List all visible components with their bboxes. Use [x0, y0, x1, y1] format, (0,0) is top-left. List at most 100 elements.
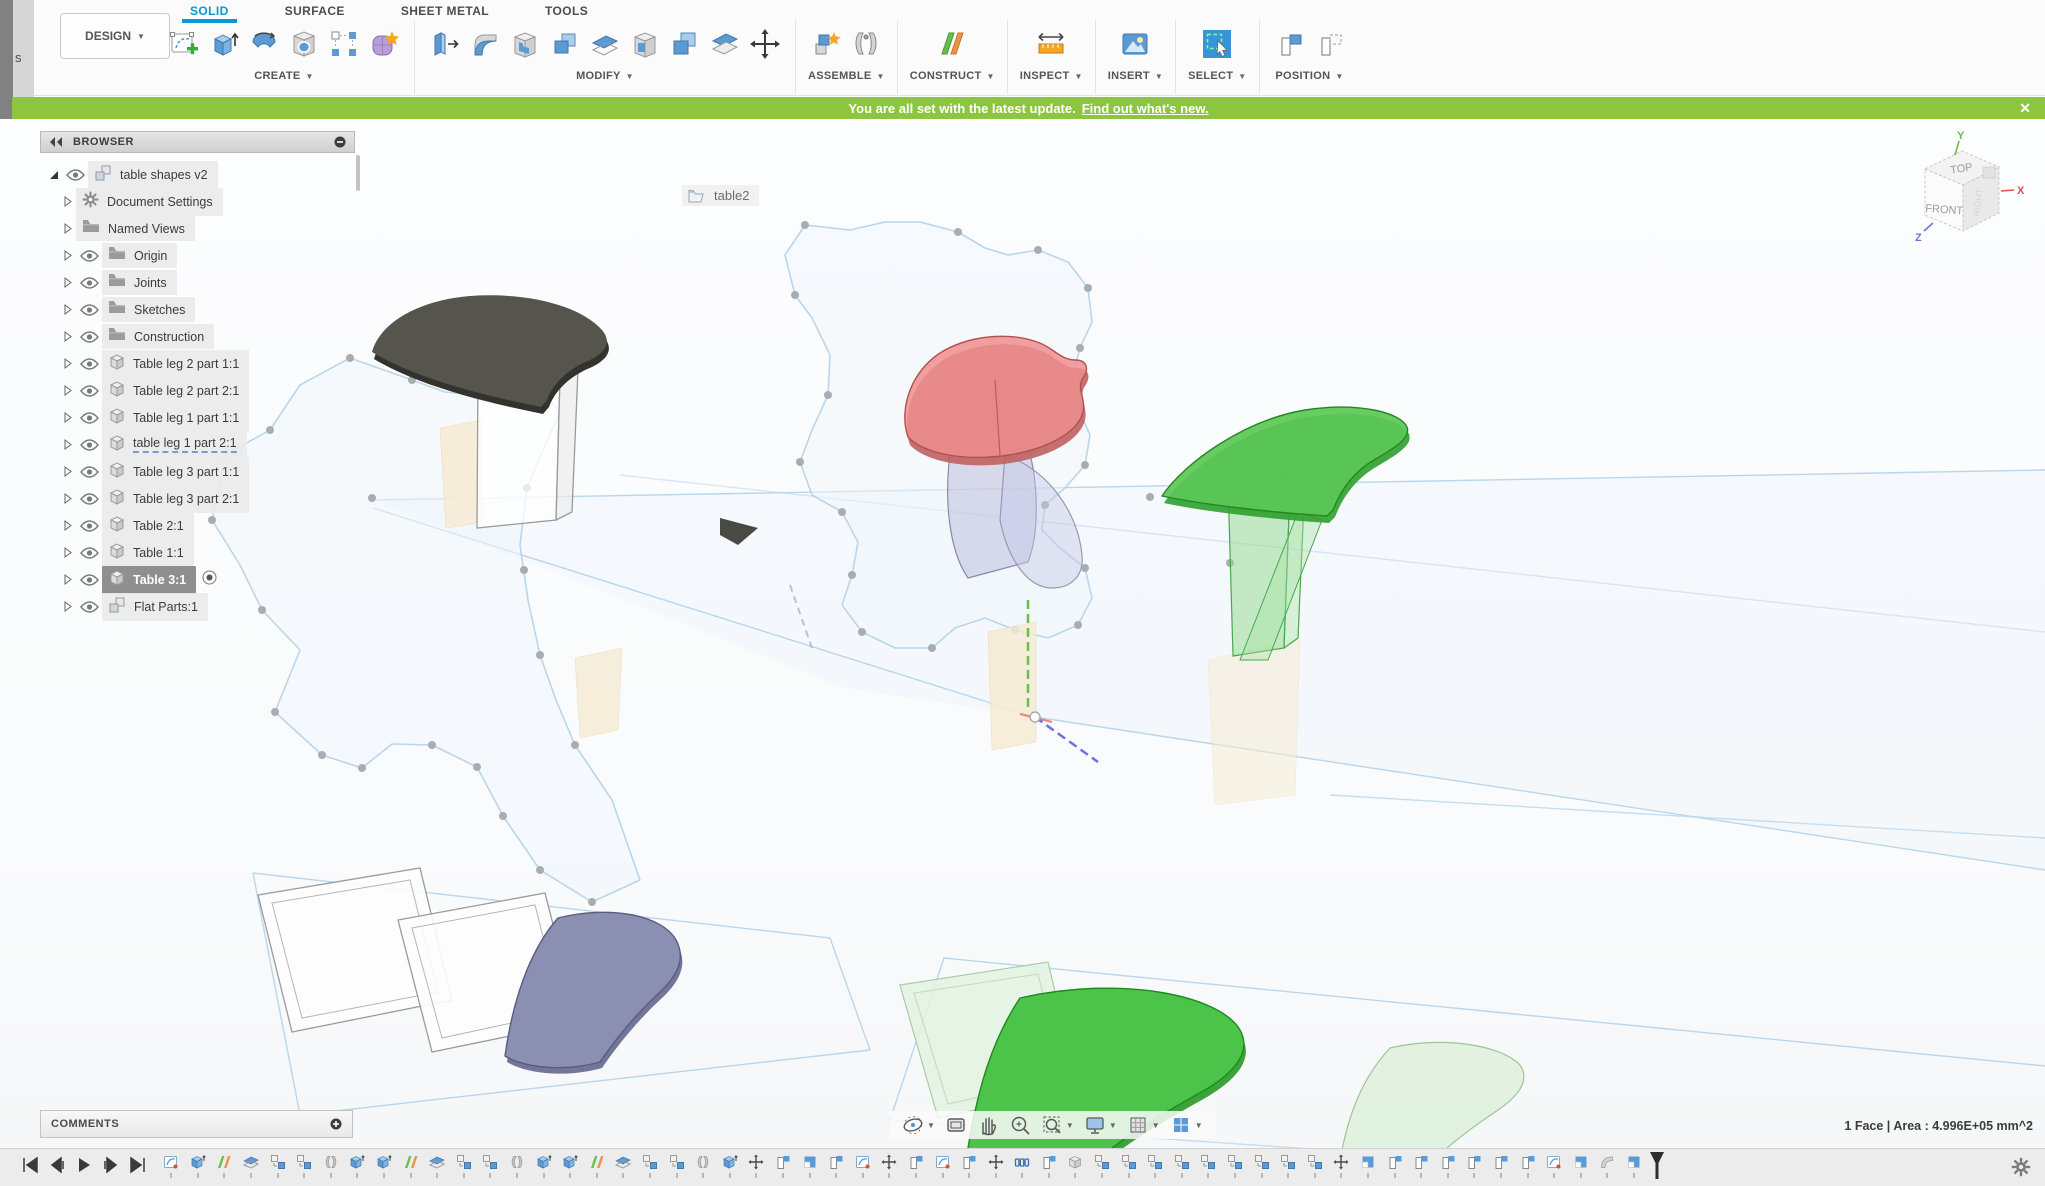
capture-position-icon[interactable]	[1272, 26, 1308, 62]
align-icon[interactable]	[667, 26, 703, 62]
tree-item-construction[interactable]: Construction	[40, 323, 355, 350]
tab-surface[interactable]: SURFACE	[281, 1, 349, 21]
timeline-feature-extrude[interactable]	[371, 1154, 398, 1178]
step-back-button[interactable]	[47, 1155, 67, 1175]
group-label-construct[interactable]: CONSTRUCT▼	[910, 70, 995, 82]
tree-item-table-leg-1-part-1-1[interactable]: Table leg 1 part 1:1	[40, 404, 355, 431]
tree-item-table-leg-2-part-1-1[interactable]: Table leg 2 part 1:1	[40, 350, 355, 377]
expand-arrow-icon[interactable]	[60, 574, 76, 585]
tree-item-table-shapes-v2[interactable]: table shapes v2	[40, 161, 355, 188]
visibility-eye-icon[interactable]	[76, 358, 102, 370]
measure-icon[interactable]	[1033, 26, 1069, 62]
expand-arrow-icon[interactable]	[60, 412, 76, 423]
group-label-select[interactable]: SELECT▼	[1188, 70, 1246, 82]
go-to-end-button[interactable]	[128, 1155, 148, 1175]
timeline-feature-component[interactable]	[264, 1154, 291, 1178]
combine-icon[interactable]	[547, 26, 583, 62]
model-viewport[interactable]: table2 BROWSER table shapes v2Document S…	[0, 119, 2045, 1148]
visibility-eye-icon[interactable]	[76, 493, 102, 505]
timeline-feature-component[interactable]	[451, 1154, 478, 1178]
chevron-down-icon[interactable]: ▼	[1195, 1121, 1203, 1130]
timeline-feature-extrude[interactable]	[557, 1154, 584, 1178]
orbit-icon[interactable]: ▼	[898, 1112, 939, 1138]
expand-arrow-icon[interactable]	[60, 277, 76, 288]
timeline-feature-flag[interactable]	[956, 1154, 983, 1178]
timeline-feature-joint[interactable]	[690, 1154, 717, 1178]
timeline-feature-flag[interactable]	[903, 1154, 930, 1178]
visibility-eye-icon[interactable]	[76, 520, 102, 532]
visibility-eye-icon[interactable]	[76, 412, 102, 424]
tab-tools[interactable]: TOOLS	[541, 1, 592, 21]
timeline-feature-sketch[interactable]	[929, 1154, 956, 1178]
timeline-feature-flag[interactable]	[1036, 1154, 1063, 1178]
timeline-feature-corner[interactable]	[1621, 1154, 1648, 1178]
visibility-eye-icon[interactable]	[76, 439, 102, 451]
viewcube[interactable]: TOP FRONT RIGHT Y X Z	[1897, 127, 2027, 257]
timeline-feature-offset[interactable]	[424, 1154, 451, 1178]
chevron-down-icon[interactable]: ▼	[1152, 1121, 1160, 1130]
expand-arrow-icon[interactable]	[60, 601, 76, 612]
tree-item-table-leg-3-part-2-1[interactable]: Table leg 3 part 2:1	[40, 485, 355, 512]
press-pull-icon[interactable]	[427, 26, 463, 62]
collapse-panel-icon[interactable]	[49, 137, 63, 147]
timeline-feature-pattern[interactable]	[1009, 1154, 1036, 1178]
rectangular-pattern-icon[interactable]	[326, 26, 362, 62]
tree-item-table-leg-3-part-1-1[interactable]: Table leg 3 part 1:1	[40, 458, 355, 485]
expand-arrow-icon[interactable]	[60, 385, 76, 396]
expand-arrow-icon[interactable]	[60, 547, 76, 558]
expand-arrow-icon[interactable]	[60, 439, 76, 450]
tab-sheet-metal[interactable]: SHEET METAL	[397, 1, 493, 21]
browser-panel-header[interactable]: BROWSER	[40, 131, 355, 153]
tree-item-flat-parts-1[interactable]: Flat Parts:1	[40, 593, 355, 620]
timeline-feature-extrude[interactable]	[185, 1154, 212, 1178]
tree-item-document-settings[interactable]: Document Settings	[40, 188, 355, 215]
timeline-feature-component[interactable]	[1169, 1154, 1196, 1178]
add-comment-icon[interactable]	[330, 1118, 342, 1130]
expand-arrow-icon[interactable]	[60, 250, 76, 261]
visibility-eye-icon[interactable]	[76, 331, 102, 343]
timeline-feature-component[interactable]	[1195, 1154, 1222, 1178]
visibility-eye-icon[interactable]	[76, 466, 102, 478]
visibility-eye-icon[interactable]	[62, 169, 88, 181]
timeline-feature-flag[interactable]	[770, 1154, 797, 1178]
timeline-feature-component[interactable]	[1115, 1154, 1142, 1178]
timeline-feature-flag[interactable]	[1488, 1154, 1515, 1178]
sketch-group-label[interactable]: table2	[682, 185, 759, 206]
chevron-down-icon[interactable]: ▼	[1109, 1121, 1117, 1130]
shell-icon[interactable]	[507, 26, 543, 62]
panel-options-icon[interactable]	[334, 136, 346, 148]
browser-scrollbar[interactable]	[356, 155, 360, 191]
visibility-eye-icon[interactable]	[76, 304, 102, 316]
visibility-eye-icon[interactable]	[76, 601, 102, 613]
timeline-feature-corner[interactable]	[1355, 1154, 1382, 1178]
insert-image-icon[interactable]	[1117, 26, 1153, 62]
joint-icon[interactable]	[848, 26, 884, 62]
expand-arrow-icon[interactable]	[60, 223, 76, 234]
expand-arrow-icon[interactable]	[60, 358, 76, 369]
timeline-feature-component[interactable]	[663, 1154, 690, 1178]
fillet-icon[interactable]	[467, 26, 503, 62]
timeline-feature-joint[interactable]	[504, 1154, 531, 1178]
look-at-icon[interactable]	[941, 1112, 971, 1138]
timeline-feature-component[interactable]	[1302, 1154, 1329, 1178]
tree-item-named-views[interactable]: Named Views	[40, 215, 355, 242]
visibility-eye-icon[interactable]	[76, 250, 102, 262]
grid-and-snaps-icon[interactable]: ▼	[1123, 1112, 1164, 1138]
revert-position-icon[interactable]	[1312, 26, 1348, 62]
tree-item-table-leg-1-part-2-1[interactable]: table leg 1 part 2:1	[40, 431, 355, 458]
viewports-icon[interactable]: ▼	[1166, 1112, 1207, 1138]
timeline-feature-extrude[interactable]	[716, 1154, 743, 1178]
timeline-feature-move[interactable]	[876, 1154, 903, 1178]
timeline-marker[interactable]	[1649, 1151, 1663, 1184]
extrude-icon[interactable]	[206, 26, 242, 62]
group-label-inspect[interactable]: INSPECT▼	[1020, 70, 1083, 82]
tree-item-joints[interactable]: Joints	[40, 269, 355, 296]
activate-component-radio[interactable]	[202, 570, 217, 590]
step-forward-button[interactable]	[101, 1155, 121, 1175]
tree-item-sketches[interactable]: Sketches	[40, 296, 355, 323]
expand-arrow-icon[interactable]	[60, 466, 76, 477]
timeline-feature-sketch[interactable]	[158, 1154, 185, 1178]
tree-item-table-leg-2-part-2-1[interactable]: Table leg 2 part 2:1	[40, 377, 355, 404]
move-copy-icon[interactable]	[747, 26, 783, 62]
flat-parts-left[interactable]	[258, 868, 682, 1074]
